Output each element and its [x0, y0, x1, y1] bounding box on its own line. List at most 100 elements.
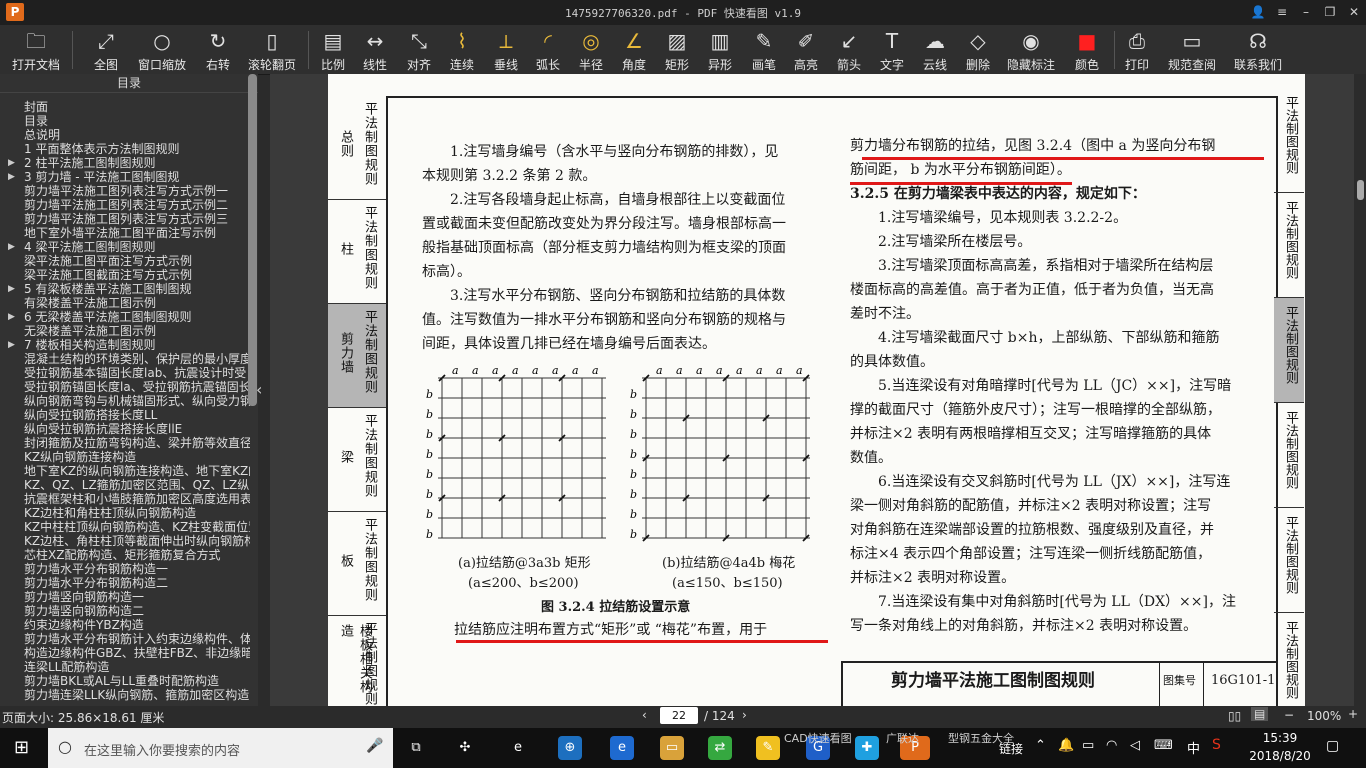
ie-browser-icon[interactable]: e	[610, 736, 634, 760]
toc-item[interactable]: KZ中柱柱顶纵向钢筋构造、KZ柱变截面位置	[0, 520, 250, 534]
toc-item[interactable]: KZ、QZ、LZ箍筋加密区范围、QZ、LZ纵向钢	[0, 478, 250, 492]
toc-item[interactable]: 梁平法施工图截面注写方式示例	[0, 268, 250, 282]
wifi-icon[interactable]: ◠	[1106, 738, 1117, 753]
toc-item[interactable]: 纵向受拉钢筋抗震搭接长度llE	[0, 422, 250, 436]
battery-icon[interactable]: ▭	[1082, 738, 1094, 753]
color-button[interactable]: ■ 颜色	[1070, 28, 1104, 72]
expand-arrow-icon[interactable]: ▶	[8, 282, 15, 296]
toc-item[interactable]: 纵向钢筋弯钩与机械锚固形式、纵向受力钢	[0, 394, 250, 408]
toc-item[interactable]: 剪力墙平法施工图列表注写方式示例一	[0, 184, 250, 198]
toc-item[interactable]: 芯柱XZ配筋构造、矩形箍筋复合方式	[0, 548, 250, 562]
toc-scrollbar[interactable]	[248, 74, 257, 406]
next-page-icon[interactable]: ›	[742, 708, 747, 722]
viewer-scrollbar[interactable]	[1354, 74, 1366, 706]
highlight-button[interactable]: ✐ 高亮	[789, 28, 823, 72]
expand-arrow-icon[interactable]: ▶	[8, 310, 15, 324]
toc-item[interactable]: ▶ 5 有梁板楼盖平法施工图制图规	[0, 282, 250, 296]
single-page-icon[interactable]: ▤	[1251, 707, 1269, 721]
expand-arrow-icon[interactable]: ▶	[8, 240, 15, 254]
taskbar-search[interactable]: ○ 在这里输入你要搜索的内容 🎤	[48, 728, 393, 768]
text-button[interactable]: T 文字	[875, 28, 909, 72]
contact-us-button[interactable]: ☊ 联系我们	[1230, 28, 1286, 72]
toc-item[interactable]: 连梁LL配筋构造	[0, 660, 250, 674]
hide-annotations-button[interactable]: ◉ 隐藏标注	[1003, 28, 1059, 72]
radius-button[interactable]: ◎ 半径	[574, 28, 608, 72]
toc-item[interactable]: 梁平法施工图平面注写方式示例	[0, 254, 250, 268]
action-center-icon[interactable]: ▢	[1326, 738, 1339, 754]
toc-item[interactable]: 剪力墙BKL或AL与LL重叠时配筋构造	[0, 674, 250, 688]
window-zoom-button[interactable]: ○ 窗口缩放	[134, 28, 190, 72]
zoom-in-icon[interactable]: +	[1348, 707, 1358, 721]
toc-item[interactable]: 无梁楼盖平法施工图示例	[0, 324, 250, 338]
arc-length-button[interactable]: ◜ 弧长	[531, 28, 565, 72]
open-document-button[interactable]: 🗀 打开文档	[8, 28, 64, 72]
expand-arrow-icon[interactable]: ▶	[8, 338, 15, 352]
expand-arrow-icon[interactable]: ▶	[8, 170, 15, 184]
toc-item[interactable]: 封闭箍筋及拉筋弯钩构造、梁并筋等效直径	[0, 436, 250, 450]
microphone-icon[interactable]: 🎤	[366, 738, 383, 754]
toc-item[interactable]: 有梁楼盖平法施工图示例	[0, 296, 250, 310]
rectangle-area-button[interactable]: ▨ 矩形	[660, 28, 694, 72]
delete-button[interactable]: ◇ 删除	[961, 28, 995, 72]
pin-app-icon[interactable]: ✚	[855, 736, 879, 760]
polygon-area-button[interactable]: ▥ 异形	[703, 28, 737, 72]
toc-item[interactable]: KZ边柱、角柱柱顶等截面伸出时纵向钢筋构	[0, 534, 250, 548]
linear-button[interactable]: ↔ 线性	[358, 28, 392, 72]
clock-time[interactable]: 15:39	[1248, 731, 1312, 745]
toc-item[interactable]: 约束边缘构件YBZ构造	[0, 618, 250, 632]
toc-item[interactable]: ▶ 6 无梁楼盖平法施工图制图规则	[0, 310, 250, 324]
toc-item[interactable]: 剪力墙连梁LLK纵向钢筋、箍筋加密区构造	[0, 688, 250, 702]
close-icon[interactable]: ✕	[1343, 3, 1365, 21]
task-view-icon[interactable]: ⧉	[404, 736, 428, 760]
sogou-ime-icon[interactable]: S	[1212, 737, 1221, 753]
document-viewer[interactable]: 总则 平法制图规则 柱平法制图规则 剪力墙 平法制图规则 梁平法制图规则 板平法制图…	[270, 74, 1354, 706]
toc-item[interactable]: 纵向受拉钢筋搭接长度LL	[0, 408, 250, 422]
toc-item[interactable]: 1 平面整体表示方法制图规则	[0, 142, 250, 156]
restore-icon[interactable]: ❐	[1319, 3, 1341, 21]
toc-item[interactable]: 构造边缘构件GBZ、扶壁柱FBZ、非边缘暗柱	[0, 646, 250, 660]
toc-item[interactable]: ▶ 2 柱平法施工图制图规则	[0, 156, 250, 170]
toc-item[interactable]: KZ纵向钢筋连接构造	[0, 450, 250, 464]
windows-start-icon[interactable]: ⊞	[14, 737, 29, 758]
chevron-up-icon[interactable]: ⌃	[1035, 738, 1046, 753]
toc-item[interactable]: 剪力墙竖向钢筋构造一	[0, 590, 250, 604]
wheel-page-button[interactable]: ▯ 滚轮翻页	[244, 28, 300, 72]
fan-app-icon[interactable]: ✣	[453, 736, 477, 760]
scroll-thumb[interactable]	[1357, 180, 1364, 200]
aligned-button[interactable]: ⤡ 对齐	[402, 28, 436, 72]
volume-icon[interactable]: ◁	[1130, 738, 1140, 753]
page-number-input[interactable]: 22	[660, 707, 698, 724]
zoom-out-icon[interactable]: −	[1284, 708, 1294, 722]
file-explorer-icon[interactable]: ▭	[660, 736, 684, 760]
continuous-button[interactable]: ⌇ 连续	[445, 28, 479, 72]
collapse-sidebar-icon[interactable]: ‹	[256, 380, 262, 399]
toc-item[interactable]: 目录	[0, 114, 250, 128]
toc-item[interactable]: 混凝土结构的环境类别、保护层的最小厚度	[0, 352, 250, 366]
toc-item[interactable]: 剪力墙水平分布钢筋计入约束边缘构件、体	[0, 632, 250, 646]
user-icon[interactable]: 👤	[1247, 3, 1269, 21]
toc-item[interactable]: 总说明	[0, 128, 250, 142]
toc-item[interactable]: 封面	[0, 100, 250, 114]
double-page-icon[interactable]: ▯▯	[1228, 709, 1241, 723]
ime-indicator[interactable]: 中	[1187, 738, 1200, 757]
arrow-button[interactable]: ↙ 箭头	[832, 28, 866, 72]
rotate-right-button[interactable]: ↻ 右转	[198, 28, 238, 72]
toc-item[interactable]: ▶ 3 剪力墙 - 平法施工图制图规	[0, 170, 250, 184]
minimize-icon[interactable]: –	[1295, 3, 1317, 21]
pen-button[interactable]: ✎ 画笔	[747, 28, 781, 72]
expand-arrow-icon[interactable]: ▶	[8, 156, 15, 170]
notes-app-icon[interactable]: ✎	[756, 736, 780, 760]
toc-item[interactable]: 受拉钢筋锚固长度la、受拉钢筋抗震锚固长	[0, 380, 250, 394]
toc-item[interactable]: 剪力墙竖向钢筋构造二	[0, 604, 250, 618]
menu-icon[interactable]: ≡	[1271, 3, 1293, 21]
prev-page-icon[interactable]: ‹	[642, 708, 647, 722]
perpendicular-button[interactable]: ⟂ 垂线	[489, 28, 523, 72]
toc-item[interactable]: KZ边柱和角柱柱顶纵向钢筋构造	[0, 506, 250, 520]
cad-app-icon[interactable]: ⊕	[558, 736, 582, 760]
toc-item[interactable]: 抗震框架柱和小墙肢箍筋加密区高度选用表	[0, 492, 250, 506]
toc-item[interactable]: 剪力墙水平分布钢筋构造二	[0, 576, 250, 590]
toc-item[interactable]: ▶ 7 楼板相关构造制图规则	[0, 338, 250, 352]
update-app-icon[interactable]: ⇄	[708, 736, 732, 760]
cloud-button[interactable]: ☁ 云线	[918, 28, 952, 72]
notification-bell-icon[interactable]: 🔔	[1058, 738, 1074, 753]
